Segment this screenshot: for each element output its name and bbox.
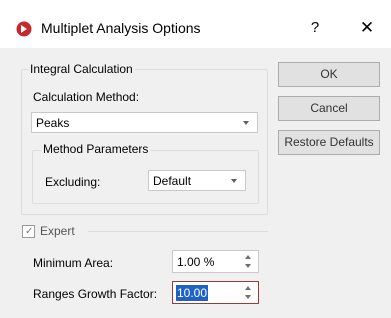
expert-divider [88,231,268,232]
checkmark-icon: ✓ [25,226,34,237]
app-logo-icon [16,21,32,37]
chevron-down-icon [231,179,237,183]
restore-defaults-button[interactable]: Restore Defaults [278,130,380,155]
spin-down-icon[interactable] [245,295,251,299]
window-title: Multiplet Analysis Options [41,20,201,36]
help-button[interactable]: ? [300,15,330,41]
expert-checkbox[interactable]: ✓ [22,225,35,238]
method-parameters-legend: Method Parameters [41,142,151,156]
integral-calculation-legend: Integral Calculation [28,62,135,76]
spin-up-icon[interactable] [245,255,251,259]
excluding-select[interactable]: Default [148,170,246,191]
expert-label: Expert [40,224,75,238]
excluding-value: Default [153,174,192,188]
multiplet-analysis-options-dialog: Multiplet Analysis Options ? ✕ Integral … [0,0,391,318]
minimum-area-value: 1.00 % [177,255,215,269]
minimum-area-spinbox[interactable]: 1.00 % [172,250,259,273]
spin-up-icon[interactable] [245,286,251,290]
ranges-growth-factor-label: Ranges Growth Factor: [33,287,158,301]
chevron-down-icon [243,121,249,125]
calculation-method-value: Peaks [36,116,70,130]
calculation-method-label: Calculation Method: [33,90,140,104]
calculation-method-select[interactable]: Peaks [31,112,258,133]
ok-button[interactable]: OK [278,62,380,87]
title-bar: Multiplet Analysis Options ? ✕ [0,0,391,48]
close-button[interactable]: ✕ [352,15,382,41]
ranges-growth-factor-value: 10.00 [176,285,209,301]
excluding-label: Excluding: [45,175,101,189]
minimum-area-label: Minimum Area: [33,256,114,270]
spin-down-icon[interactable] [245,264,251,268]
cancel-button[interactable]: Cancel [278,96,380,121]
ranges-growth-factor-spinbox[interactable]: 10.00 [172,281,259,304]
